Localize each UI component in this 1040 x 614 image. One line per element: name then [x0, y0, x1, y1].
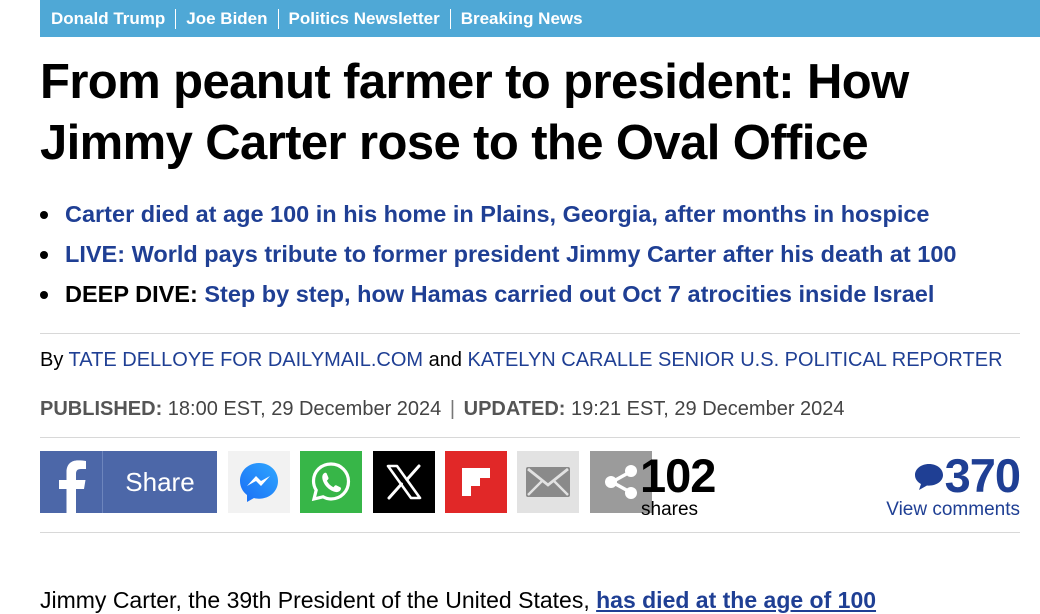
published-label: PUBLISHED: [40, 398, 163, 420]
bullet-link[interactable]: Carter died at age 100 in his home in Pl… [65, 201, 930, 227]
x-share-button[interactable] [373, 451, 435, 513]
bullet-link[interactable]: Step by step, how Hamas carried out Oct … [204, 281, 934, 307]
bullet-item: Carter died at age 100 in his home in Pl… [40, 194, 957, 234]
updated-label: UPDATED: [458, 398, 566, 420]
nav-link-joe-biden[interactable]: Joe Biden [176, 9, 277, 29]
messenger-share-button[interactable] [228, 451, 290, 513]
top-nav-bar: Donald Trump Joe Biden Politics Newslett… [40, 0, 1040, 37]
byline: By TATE DELLOYE FOR DAILYMAIL.COM and KA… [40, 350, 1020, 371]
nav-link-breaking-news[interactable]: Breaking News [451, 9, 593, 29]
bullet-prefix: DEEP DIVE: [65, 281, 205, 307]
facebook-share-button[interactable]: Share [40, 451, 217, 513]
comment-bubble-icon [914, 464, 943, 490]
author-link[interactable]: KATELYN CARALLE SENIOR U.S. POLITICAL RE… [468, 349, 1003, 371]
article-headline: From peanut farmer to president: How Jim… [40, 55, 909, 170]
share-icon [605, 465, 637, 499]
date-separator: | [449, 398, 456, 420]
article-dates: PUBLISHED: 18:00 EST, 29 December 2024 |… [40, 398, 845, 421]
shares-number: 102 [640, 449, 716, 502]
shares-label: shares [641, 499, 699, 520]
whatsapp-share-button[interactable] [300, 451, 362, 513]
body-text: Jimmy Carter, the 39th President of the … [40, 587, 597, 613]
whatsapp-icon [311, 462, 351, 502]
article-body-first-line: Jimmy Carter, the 39th President of the … [40, 587, 876, 614]
email-icon [526, 467, 570, 497]
divider [40, 437, 1020, 438]
facebook-share-label: Share [125, 466, 195, 497]
nav-link-donald-trump[interactable]: Donald Trump [40, 9, 175, 29]
divider [40, 333, 1020, 334]
flipboard-icon [462, 468, 490, 496]
body-link[interactable]: has died at the age of 100 [596, 587, 876, 613]
updated-value: 19:21 EST, 29 December 2024 [565, 398, 845, 420]
comments-link[interactable]: 370 View comments [886, 449, 1021, 520]
x-icon [386, 464, 422, 500]
comments-number: 370 [944, 449, 1021, 502]
bullet-link[interactable]: LIVE: World pays tribute to former presi… [65, 241, 957, 267]
shares-count: 102 shares [640, 449, 716, 520]
author-link[interactable]: TATE DELLOYE FOR DAILYMAIL.COM [69, 349, 424, 371]
messenger-icon [240, 463, 278, 502]
facebook-icon [40, 451, 103, 513]
flipboard-share-button[interactable] [445, 451, 507, 513]
view-comments-label[interactable]: View comments [886, 500, 1020, 520]
email-share-button[interactable] [517, 451, 579, 513]
divider [40, 532, 1020, 533]
byline-and: and [423, 349, 468, 371]
nav-link-politics-newsletter[interactable]: Politics Newsletter [279, 9, 450, 29]
bullet-item: LIVE: World pays tribute to former presi… [40, 234, 957, 274]
published-value: 18:00 EST, 29 December 2024 [162, 398, 447, 420]
bullet-item: DEEP DIVE: Step by step, how Hamas carri… [40, 274, 957, 314]
article-bullets: Carter died at age 100 in his home in Pl… [40, 194, 957, 314]
byline-by: By [40, 349, 69, 371]
